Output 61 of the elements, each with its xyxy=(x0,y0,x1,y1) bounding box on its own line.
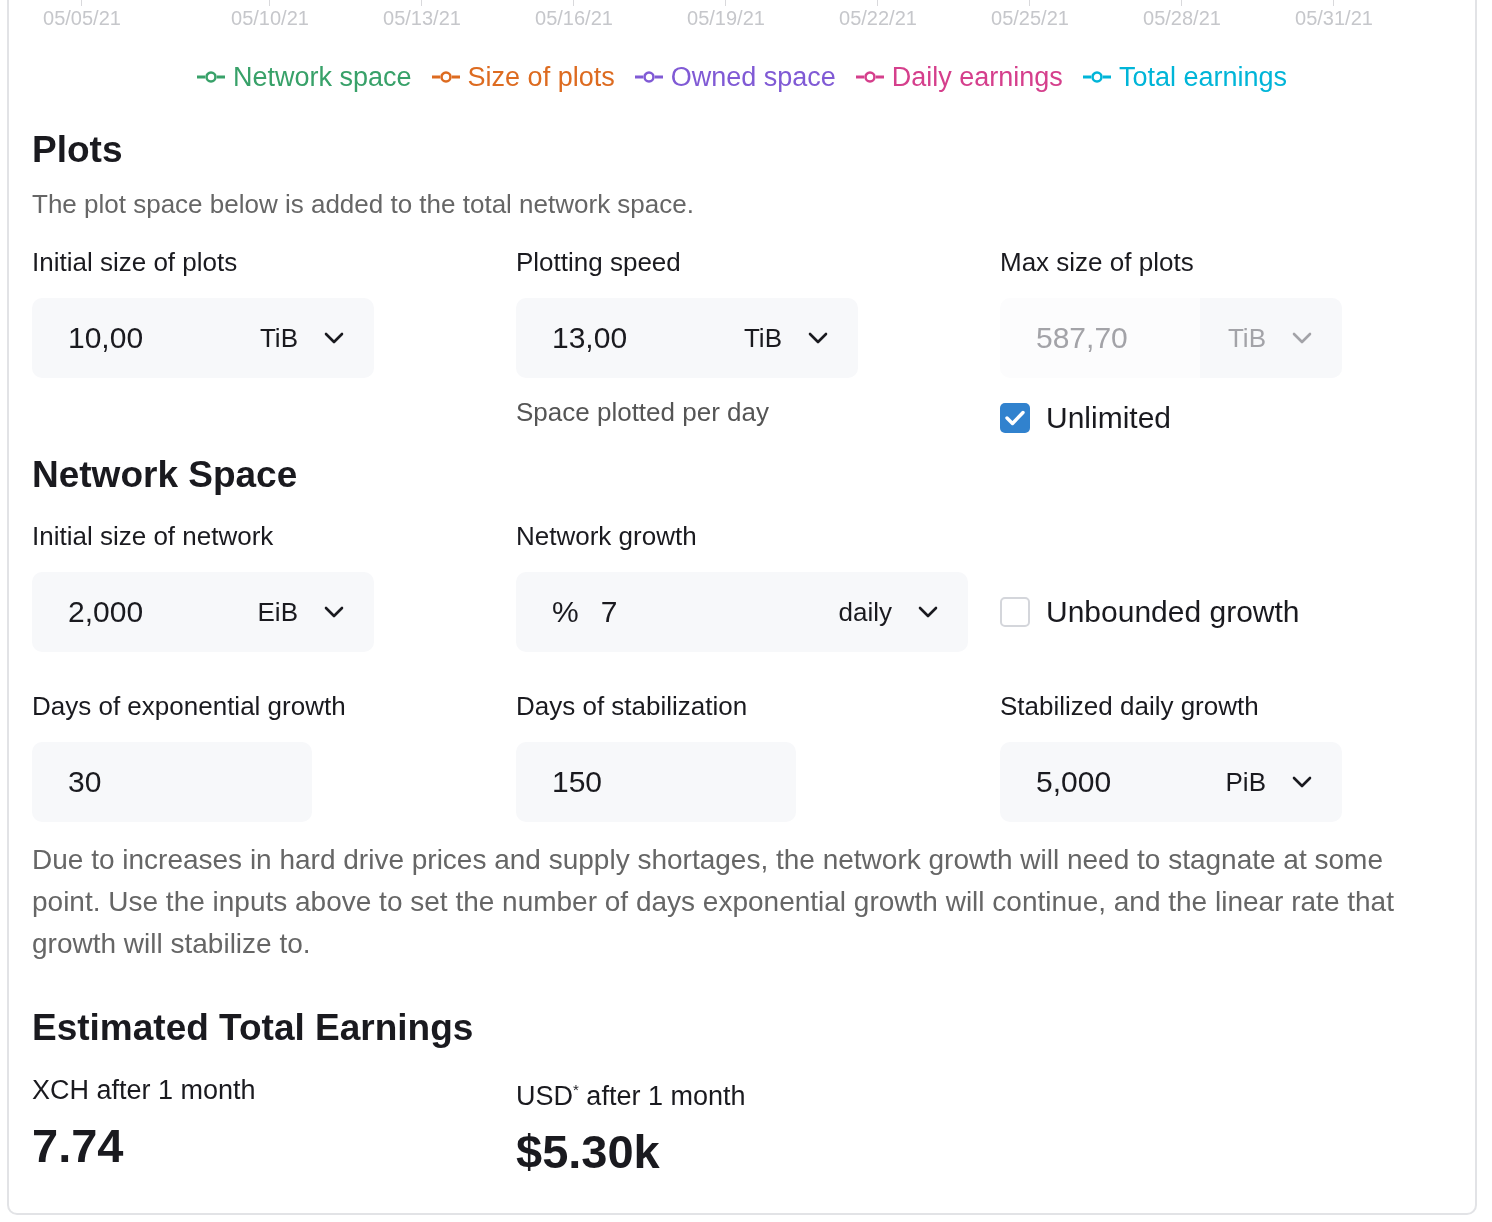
input-field[interactable]: 30 xyxy=(32,742,312,822)
unit-input[interactable]: % 7 daily xyxy=(516,572,968,652)
axis-tick-label: 05/28/21 xyxy=(1143,6,1221,30)
axis-tick-label: 05/13/21 xyxy=(383,6,461,30)
field-label: Max size of plots xyxy=(1000,246,1194,279)
result-value: 7.74 xyxy=(32,1118,124,1174)
field-label: Initial size of plots xyxy=(32,246,238,279)
field-label: Initial size of network xyxy=(32,520,274,553)
unit-dropdown[interactable]: EiB xyxy=(229,572,374,652)
result-label: USD$^{*}$ after 1 month xyxy=(516,1080,746,1113)
axis-tick-label: 05/05/21 xyxy=(43,6,121,30)
unit-input[interactable]: 5,000 PiB xyxy=(1000,742,1342,822)
unit-dropdown[interactable]: TiB xyxy=(715,298,858,378)
field-value: 2,000 xyxy=(68,595,144,629)
field-value: 10,00 xyxy=(68,321,144,355)
field-value: 150 xyxy=(552,765,603,799)
field-label: Stabilized daily growth xyxy=(1000,690,1259,723)
section-description: The plot space below is added to the total network space. xyxy=(32,188,694,221)
field-hint: Space plotted per day xyxy=(516,396,769,429)
unit-dropdown[interactable]: daily xyxy=(810,572,968,652)
axis-tick-label: 05/16/21 xyxy=(535,6,613,30)
chevron-down-icon xyxy=(1292,776,1312,788)
axis-tick-label: 05/10/21 xyxy=(231,6,309,30)
field-value: 5,000 xyxy=(1036,765,1112,799)
input-field[interactable]: 150 xyxy=(516,742,796,822)
checkbox[interactable] xyxy=(1000,597,1030,627)
unit-dropdown[interactable]: TiB xyxy=(231,298,374,378)
field-label: Network growth xyxy=(516,520,697,553)
result-label: XCH after 1 month xyxy=(32,1074,256,1107)
chevron-down-icon xyxy=(324,606,344,618)
legend-label[interactable]: Daily earnings xyxy=(891,61,1063,93)
percent-sign: % xyxy=(552,595,579,629)
unit-input[interactable]: 10,00 TiB xyxy=(32,298,374,378)
field-value: 7 xyxy=(600,595,618,629)
section-heading: Estimated Total Earnings xyxy=(32,1006,474,1050)
axis-tick-label: 05/31/21 xyxy=(1295,6,1373,30)
section-heading: Network Space xyxy=(32,453,298,497)
field-value: 587,70 xyxy=(1036,321,1128,355)
unit-input[interactable]: 13,00 TiB xyxy=(516,298,858,378)
axis-tick-label: 05/19/21 xyxy=(687,6,765,30)
axis-tick-label: 05/22/21 xyxy=(839,6,917,30)
checkbox-label: Unbounded growth xyxy=(1046,594,1300,630)
chevron-down-icon xyxy=(918,606,938,618)
result-value: $5.30k xyxy=(516,1124,660,1180)
unit-dropdown[interactable]: PiB xyxy=(1197,742,1342,822)
field-value: 13,00 xyxy=(552,321,628,355)
chevron-down-icon xyxy=(808,332,828,344)
info-paragraph: Due to increases in hard drive prices and supply shortages, the network growth will need to stagnate at some point. Use the inputs above to set the number of days exponential growth will continue, and the linear rate that growth will stabilize to. xyxy=(32,843,1395,961)
checkbox-label: Unlimited xyxy=(1046,400,1172,436)
checkbox[interactable] xyxy=(1000,403,1030,433)
chevron-down-icon xyxy=(1292,332,1312,344)
field-value: 30 xyxy=(68,765,102,799)
unit-input[interactable]: 2,000 EiB xyxy=(32,572,374,652)
field-label: Days of stabilization xyxy=(516,690,748,723)
section-heading: Plots xyxy=(32,128,123,172)
field-label: Days of exponential growth xyxy=(32,690,346,723)
axis-tick-label: 05/25/21 xyxy=(991,6,1069,30)
legend-label[interactable]: Owned space xyxy=(670,61,836,93)
chevron-down-icon xyxy=(324,332,344,344)
checkmark-icon xyxy=(1005,410,1025,426)
field-label: Plotting speed xyxy=(516,246,681,279)
